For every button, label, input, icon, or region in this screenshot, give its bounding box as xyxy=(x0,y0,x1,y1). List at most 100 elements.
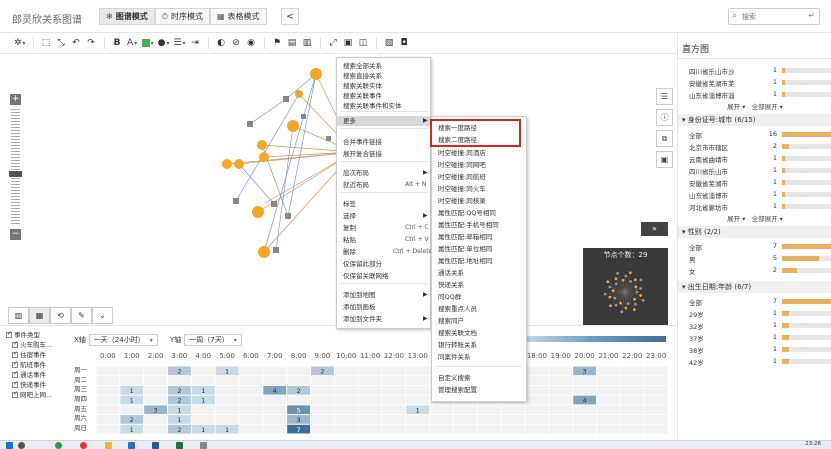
context-menu-item[interactable]: 选择 ▶ xyxy=(343,211,428,221)
heatmap-cell[interactable] xyxy=(406,376,430,385)
excel-icon[interactable] xyxy=(176,442,183,449)
heatmap-cell[interactable] xyxy=(501,424,525,434)
folder-icon[interactable] xyxy=(105,442,112,449)
panel-icon[interactable]: ▣ xyxy=(341,35,356,52)
heatmap-cell[interactable] xyxy=(620,385,644,395)
context-menu-item[interactable]: 就近布局 Alt + N xyxy=(343,180,426,190)
select-box-icon[interactable]: ⬚ xyxy=(39,35,54,52)
submenu-item[interactable]: 时空碰撞:同航班 xyxy=(438,172,486,182)
histogram-row[interactable]: 四川省乐山市 1 xyxy=(689,165,831,176)
heatmap-cell[interactable] xyxy=(358,405,382,415)
heatmap-cell[interactable] xyxy=(144,376,167,385)
heatmap-cell[interactable] xyxy=(311,376,334,385)
fit-icon[interactable]: ⤡ xyxy=(54,35,69,52)
shape-icon[interactable]: ● ▾ xyxy=(156,35,172,52)
context-menu-item[interactable]: 添加到画板 xyxy=(343,302,376,312)
submenu-item[interactable]: 快递关系 xyxy=(438,280,464,290)
submenu-item[interactable]: 属性匹配:QQ号相同 xyxy=(438,208,496,218)
heatmap-cell[interactable] xyxy=(644,395,668,405)
heatmap-cell[interactable] xyxy=(334,424,358,434)
heatmap-cell[interactable] xyxy=(311,415,334,424)
heatmap-cell[interactable] xyxy=(620,405,644,415)
heatmap-cell[interactable] xyxy=(573,376,596,385)
heatmap-cell[interactable] xyxy=(573,385,596,395)
expand-all-link[interactable]: 全部展开 xyxy=(752,103,778,111)
submenu-item[interactable]: 同QQ群 xyxy=(438,292,461,302)
heatmap-cell[interactable] xyxy=(168,376,191,385)
heatmap-cell[interactable] xyxy=(620,376,644,385)
heatmap-cell[interactable] xyxy=(406,366,430,376)
heatmap-cell[interactable] xyxy=(597,424,620,434)
submenu-item[interactable]: 时空碰撞:同网吧 xyxy=(438,160,486,170)
heatmap-cell[interactable] xyxy=(597,415,620,424)
image-icon[interactable]: ▧ xyxy=(382,35,397,52)
histogram-row[interactable]: 29岁 1 xyxy=(689,308,831,319)
heatmap-cell[interactable] xyxy=(477,405,501,415)
heatmap-cell[interactable] xyxy=(96,366,120,376)
heatmap-cell[interactable] xyxy=(96,395,120,405)
heatmap-cell[interactable] xyxy=(215,405,239,415)
histogram-row[interactable]: 38岁 1 xyxy=(689,344,831,355)
heatmap-cell[interactable] xyxy=(358,395,382,405)
heatmap-cell[interactable] xyxy=(215,376,239,385)
color-button[interactable]: ▾ xyxy=(140,35,156,52)
node-panel-toggle[interactable]: » xyxy=(641,222,668,236)
histogram-row[interactable]: 37岁 1 xyxy=(689,332,831,343)
heatmap-cell[interactable] xyxy=(144,415,167,424)
window-icon[interactable]: ◫ xyxy=(356,35,371,52)
heatmap-cell[interactable] xyxy=(525,415,549,424)
heatmap-cell[interactable] xyxy=(334,415,358,424)
heatmap-cell[interactable] xyxy=(334,376,358,385)
context-menu-item[interactable]: 层次布局 ▶ xyxy=(343,168,428,178)
heatmap-cell[interactable] xyxy=(311,385,334,395)
heatmap-cell[interactable] xyxy=(144,366,167,376)
start-icon[interactable] xyxy=(6,442,13,449)
heatmap-cell[interactable] xyxy=(239,376,263,385)
heatmap-cell[interactable] xyxy=(239,385,263,395)
submenu-item[interactable]: 自定义搜索 xyxy=(438,373,471,383)
heatmap-cell[interactable] xyxy=(382,415,406,424)
histogram-row[interactable]: 32岁 1 xyxy=(689,320,831,331)
context-menu-item[interactable]: 添加到地图 ▶ xyxy=(343,290,428,300)
flag-icon[interactable]: ⚑ xyxy=(270,35,285,52)
heatmap-cell[interactable] xyxy=(644,376,668,385)
histogram-row[interactable]: 全部 7 xyxy=(689,296,831,307)
expand-link[interactable]: 展开 xyxy=(727,215,740,223)
submenu-item[interactable]: 管理搜索配置 xyxy=(438,385,477,395)
heatmap-cell[interactable] xyxy=(358,376,382,385)
heatmap-cell[interactable] xyxy=(96,385,120,395)
heatmap-cell[interactable] xyxy=(96,405,120,415)
heatmap-cell[interactable] xyxy=(549,395,573,405)
search-input[interactable] xyxy=(742,11,804,23)
tab-collapse[interactable]: ⌄ xyxy=(92,307,113,324)
search-taskbar-icon[interactable] xyxy=(18,442,25,449)
context-menu-item[interactable]: 仅保留关联网络 xyxy=(343,271,389,281)
y-axis-select[interactable]: 一周（7天） ▾ xyxy=(184,334,242,346)
submenu-item[interactable]: 时空碰撞:同核录 xyxy=(438,196,486,206)
context-menu-item[interactable]: 搜索关联实体 xyxy=(343,81,382,91)
histogram-row[interactable]: 河北省廊坊市 1 xyxy=(689,201,831,212)
heatmap-cell[interactable] xyxy=(96,424,120,434)
heatmap-cell[interactable] xyxy=(597,376,620,385)
histogram-section-header[interactable]: ▾ 性别 (2/2) xyxy=(678,226,831,238)
heatmap-cell[interactable] xyxy=(382,424,406,434)
heatmap-cell[interactable] xyxy=(525,395,549,405)
tab-chart[interactable]: ▥ xyxy=(8,307,29,324)
histogram-section-header[interactable]: ▾ 出生日期:年龄 (6/7) xyxy=(678,281,831,293)
bold-button[interactable]: B xyxy=(110,35,125,52)
submenu-item[interactable]: 时空碰撞:同火车 xyxy=(438,184,486,194)
heatmap-cell[interactable] xyxy=(597,395,620,405)
submenu-item[interactable]: 搜索关联文档 xyxy=(438,328,477,338)
minimap[interactable] xyxy=(583,262,668,326)
heatmap-cell[interactable] xyxy=(525,376,549,385)
heatmap-cell[interactable] xyxy=(573,405,596,415)
heatmap-cell[interactable] xyxy=(334,385,358,395)
histogram-section-header[interactable]: ▾ 身份证号:城市 (6/15) xyxy=(678,114,831,126)
context-menu-item[interactable]: 仅保留此部分 xyxy=(343,259,382,269)
heatmap-cell[interactable] xyxy=(549,424,573,434)
heatmap-cell[interactable] xyxy=(454,405,477,415)
heatmap-cell[interactable] xyxy=(239,415,263,424)
histogram-row[interactable]: 四川省乐山市沙 1 xyxy=(689,65,831,76)
heatmap-cell[interactable] xyxy=(287,395,310,405)
share-button[interactable]: < xyxy=(281,8,299,25)
